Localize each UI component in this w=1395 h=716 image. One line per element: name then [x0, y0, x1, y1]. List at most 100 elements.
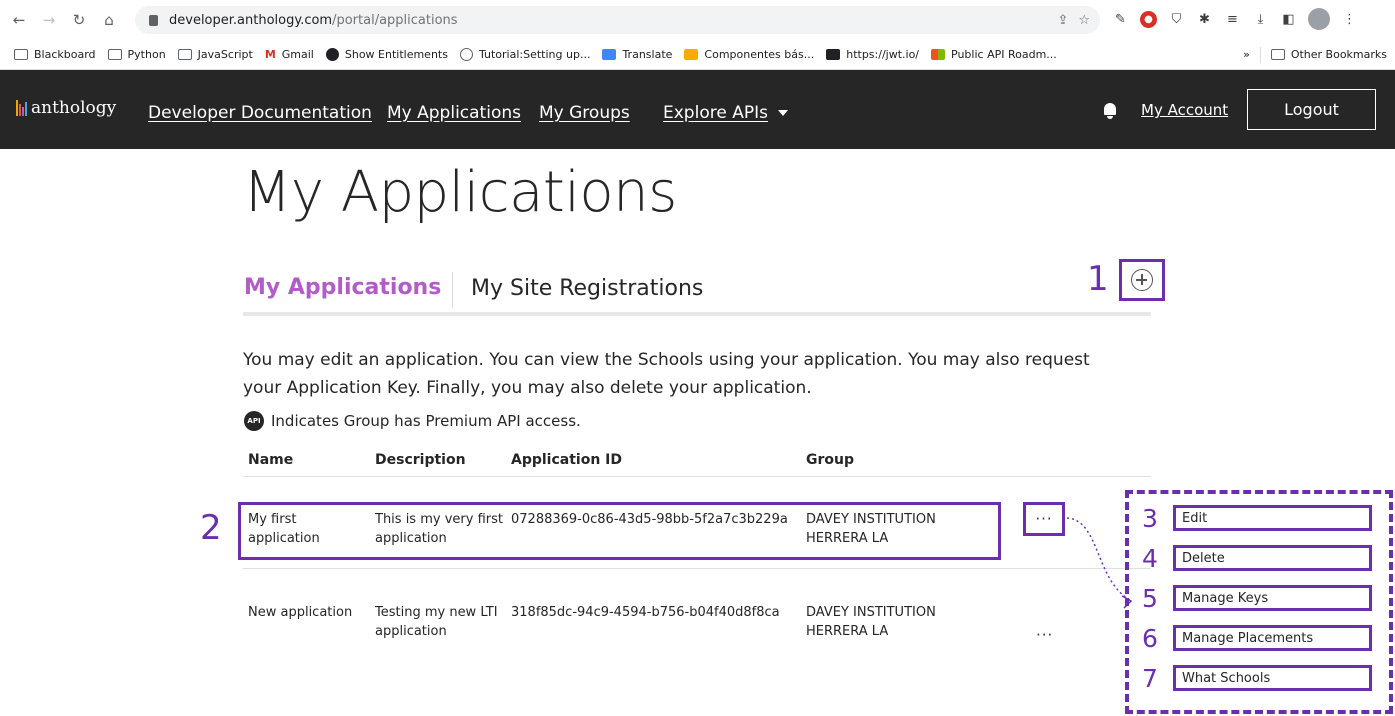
puzzle-icon[interactable]: ✱ — [1196, 11, 1213, 28]
bookmark-public-api[interactable]: Public API Roadm... — [931, 48, 1057, 61]
api-badge-icon: API — [244, 411, 264, 431]
premium-note-text: Indicates Group has Premium API access. — [271, 412, 581, 430]
folder-icon — [1270, 49, 1285, 60]
table-header-divider — [243, 476, 1151, 477]
menu-item-manage-keys[interactable]: Manage Keys — [1173, 585, 1372, 611]
bookmark-python[interactable]: Python — [107, 48, 166, 61]
back-icon[interactable]: ← — [8, 11, 30, 29]
browser-nav: ← → ↻ ⌂ — [0, 11, 132, 29]
home-icon[interactable]: ⌂ — [98, 11, 120, 29]
jwt-icon — [826, 49, 841, 60]
bookmark-label: Public API Roadm... — [951, 48, 1057, 61]
column-header-name: Name — [248, 452, 294, 468]
address-bar[interactable]: developer.anthology.com/portal/applicati… — [135, 6, 1100, 34]
share-icon[interactable]: ⇪ — [1057, 13, 1068, 28]
menu-item-what-schools[interactable]: What Schools — [1173, 665, 1372, 691]
extension-icon[interactable]: ✎ — [1112, 11, 1129, 28]
tab-divider — [452, 272, 453, 308]
annotation-number: 5 — [1142, 584, 1158, 613]
anthology-logo[interactable]: anthology — [16, 98, 116, 118]
profile-avatar[interactable] — [1308, 8, 1330, 30]
folder-icon — [177, 49, 192, 60]
microsoft-icon — [931, 49, 946, 60]
bookmark-label: Gmail — [281, 48, 314, 61]
lock-icon — [149, 14, 158, 26]
annotation-number: 2 — [200, 508, 222, 548]
menu-item-manage-placements[interactable]: Manage Placements — [1173, 625, 1372, 651]
download-icon[interactable]: ⤓ — [1252, 11, 1269, 28]
bookmark-label: Show Entitlements — [344, 48, 448, 61]
shield-icon[interactable]: ⛉ — [1168, 11, 1185, 28]
premium-note: API Indicates Group has Premium API acce… — [244, 411, 581, 431]
site-header: anthology Developer Documentation My App… — [0, 70, 1395, 149]
sidepanel-icon[interactable]: ◧ — [1280, 11, 1297, 28]
annotation-number: 3 — [1142, 504, 1158, 533]
bookmark-show-entitlements[interactable]: Show Entitlements — [325, 48, 448, 61]
add-application-button[interactable] — [1119, 259, 1165, 301]
cell-app-name: New application — [248, 605, 353, 620]
browser-toolbar: ← → ↻ ⌂ developer.anthology.com/portal/a… — [0, 0, 1395, 40]
row-actions-button[interactable]: ··· — [1036, 626, 1053, 644]
bookmark-gmail[interactable]: M Gmail — [265, 48, 314, 61]
extension-red-icon[interactable]: ● — [1140, 10, 1157, 28]
annotation-number: 1 — [1087, 259, 1109, 299]
url-path: /portal/applications — [332, 12, 458, 28]
nav-explore-apis-label: Explore APIs — [663, 103, 768, 123]
bookmark-label: https://jwt.io/ — [846, 48, 920, 61]
annotation-number: 6 — [1142, 624, 1158, 653]
media-icon[interactable]: ≡ — [1224, 11, 1241, 28]
globe-icon — [325, 48, 339, 61]
nav-explore-apis[interactable]: Explore APIs — [663, 103, 788, 123]
tab-underline — [243, 312, 1151, 316]
column-header-description: Description — [375, 452, 466, 468]
reload-icon[interactable]: ↻ — [68, 11, 90, 29]
annotation-number: 4 — [1142, 544, 1158, 573]
star-icon[interactable]: ☆ — [1078, 13, 1090, 28]
annotation-number: 7 — [1142, 664, 1158, 693]
logo-text: anthology — [31, 98, 117, 118]
cube-icon — [684, 49, 699, 60]
cell-group: DAVEY INSTITUTION HERRERA LA — [806, 512, 936, 546]
bookmark-javascript[interactable]: JavaScript — [177, 48, 253, 61]
column-header-application-id: Application ID — [511, 452, 623, 468]
translate-icon — [602, 49, 617, 60]
kebab-menu-icon[interactable]: ⋮ — [1341, 11, 1358, 28]
other-bookmarks[interactable]: Other Bookmarks — [1291, 48, 1387, 61]
cell-application-id: 07288369-0c86-43d5-98bb-5f2a7c3b229a — [511, 512, 788, 527]
gmail-icon: M — [264, 48, 276, 61]
row-actions-button[interactable]: ··· — [1023, 502, 1065, 536]
cell-description: Testing my new LTI application — [375, 605, 498, 639]
bell-icon[interactable] — [1102, 103, 1118, 119]
logout-button[interactable]: Logout — [1247, 89, 1376, 130]
menu-item-delete[interactable]: Delete — [1173, 545, 1372, 571]
folder-icon — [107, 49, 122, 60]
tab-my-applications[interactable]: My Applications — [244, 275, 441, 300]
divider — [1259, 46, 1261, 63]
bookmark-blackboard[interactable]: Blackboard — [14, 48, 96, 61]
url-host: developer.anthology.com — [169, 12, 333, 28]
caret-down-icon — [777, 110, 788, 116]
cell-group: DAVEY INSTITUTION HERRERA LA — [806, 605, 936, 639]
cell-app-name: My first application — [248, 512, 320, 546]
bookmark-label: Translate — [622, 48, 673, 61]
bookmark-label: Blackboard — [34, 48, 96, 61]
menu-item-edit[interactable]: Edit — [1173, 505, 1372, 531]
bookmark-label: Componentes bás... — [704, 48, 815, 61]
nav-my-applications[interactable]: My Applications — [387, 103, 521, 123]
column-header-group: Group — [806, 452, 855, 468]
bookmark-label: Python — [127, 48, 166, 61]
nav-developer-documentation[interactable]: Developer Documentation — [148, 103, 372, 123]
bookmark-translate[interactable]: Translate — [602, 48, 672, 61]
bookmarks-overflow[interactable]: » — [1243, 48, 1250, 61]
forward-icon[interactable]: → — [38, 11, 60, 29]
logo-bars-icon — [16, 100, 27, 116]
folder-icon — [14, 49, 28, 60]
bookmark-tutorial[interactable]: Tutorial:Setting up... — [459, 48, 590, 61]
cell-application-id: 318f85dc-94c9-4594-b756-b04f40d8f8ca — [511, 605, 780, 620]
page-title: My Applications — [243, 160, 677, 225]
tab-my-site-registrations[interactable]: My Site Registrations — [471, 276, 703, 301]
nav-my-groups[interactable]: My Groups — [539, 103, 630, 123]
my-account-link[interactable]: My Account — [1141, 101, 1228, 119]
bookmark-jwt[interactable]: https://jwt.io/ — [826, 48, 919, 61]
bookmark-componentes[interactable]: Componentes bás... — [684, 48, 814, 61]
